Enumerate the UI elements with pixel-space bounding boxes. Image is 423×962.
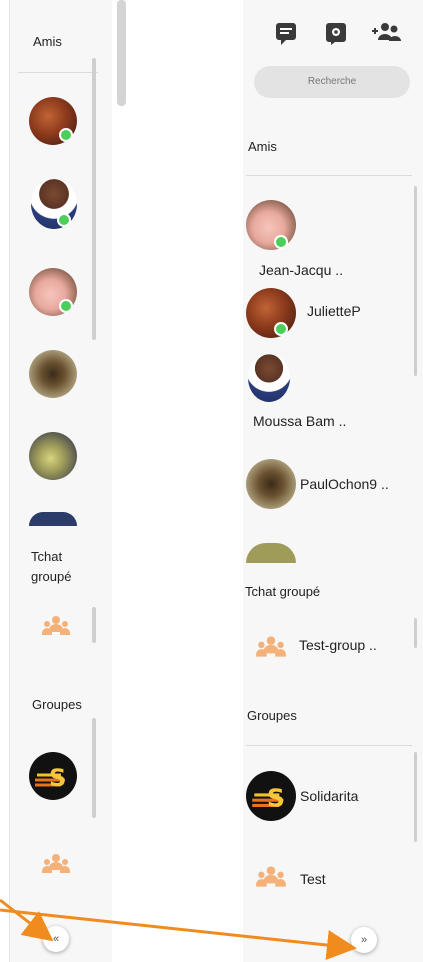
settings-icon[interactable] xyxy=(323,20,349,46)
group-chat-icon[interactable] xyxy=(255,634,287,660)
avatar[interactable] xyxy=(246,288,296,338)
group-chat-scrollbar[interactable] xyxy=(92,607,96,643)
svg-text:S: S xyxy=(267,783,285,812)
friend-name[interactable]: Jean-Jacqu .. xyxy=(259,262,343,278)
friend-name[interactable]: JulietteP xyxy=(307,303,361,319)
expand-sidebar-button[interactable]: « xyxy=(43,926,69,952)
group-chat-icon[interactable] xyxy=(41,614,71,638)
section-divider xyxy=(246,745,412,746)
add-friend-icon[interactable] xyxy=(370,20,402,46)
friends-scrollbar[interactable] xyxy=(414,186,417,376)
solidarita-logo-icon: S xyxy=(252,783,285,812)
online-status-dot xyxy=(274,322,288,336)
avatar[interactable] xyxy=(246,459,296,509)
friends-section-label: Amis xyxy=(248,139,277,154)
group-chat-section-label: Tchat groupé xyxy=(31,549,72,584)
online-status-dot xyxy=(274,235,288,249)
group-chat-name[interactable]: Test-group .. xyxy=(299,637,377,653)
online-status-dot xyxy=(59,299,73,313)
online-status-dot xyxy=(59,128,73,142)
online-status-dot xyxy=(57,213,71,227)
friend-name[interactable]: Moussa Bam .. xyxy=(253,413,346,429)
group-chat-scrollbar[interactable] xyxy=(414,618,417,648)
avatar[interactable] xyxy=(246,200,296,250)
chat-icon[interactable] xyxy=(273,20,299,46)
friends-section-label: Amis xyxy=(33,34,62,49)
group-chat-section-label: Tchat groupé xyxy=(245,584,321,599)
collapsed-sidebar xyxy=(9,0,112,962)
groups-section-label: Groupes xyxy=(32,697,82,712)
sidebar-scrollbar[interactable] xyxy=(117,0,126,106)
avatar[interactable] xyxy=(29,432,77,480)
groups-scrollbar[interactable] xyxy=(92,718,96,818)
group-icon[interactable] xyxy=(255,864,287,890)
groups-scrollbar[interactable] xyxy=(414,752,417,842)
group-name[interactable]: Solidarita xyxy=(300,788,358,804)
group-name[interactable]: Test xyxy=(300,871,326,887)
avatar[interactable] xyxy=(29,350,77,398)
avatar[interactable] xyxy=(248,354,290,402)
friend-name[interactable]: PaulOchon9 .. xyxy=(300,476,389,492)
group-icon[interactable] xyxy=(41,852,71,876)
section-divider xyxy=(18,72,98,73)
groups-section-label: Groupes xyxy=(247,708,297,723)
search-input[interactable]: Recherche xyxy=(254,66,410,98)
section-divider xyxy=(246,175,412,176)
svg-text:S: S xyxy=(49,764,66,792)
collapse-sidebar-button[interactable]: » xyxy=(351,927,377,953)
solidarita-logo-icon: S xyxy=(35,764,66,792)
friends-scrollbar[interactable] xyxy=(92,58,96,340)
avatar[interactable] xyxy=(29,512,77,526)
